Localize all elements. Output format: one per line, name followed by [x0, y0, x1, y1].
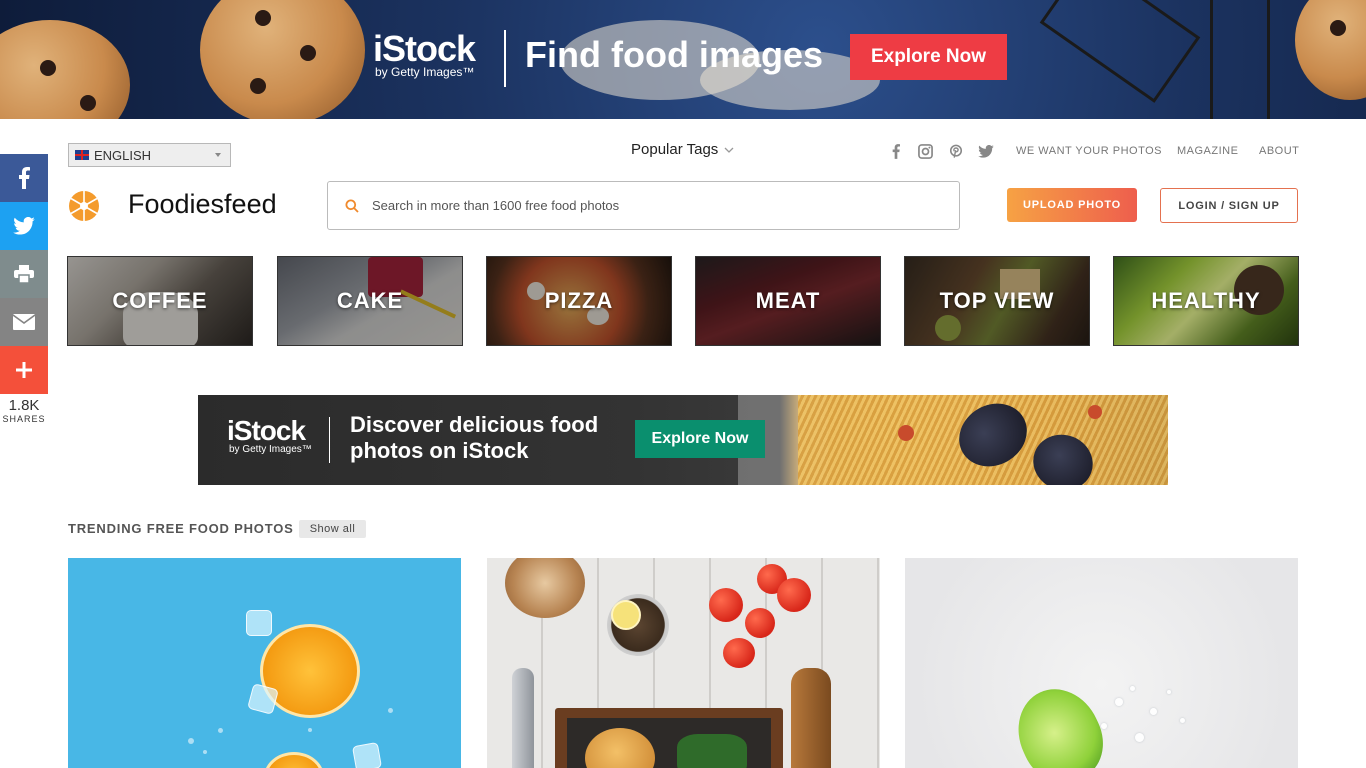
email-icon [13, 314, 35, 330]
share-print-button[interactable] [0, 250, 48, 298]
uk-flag-icon [75, 150, 89, 160]
category-pizza[interactable]: PIZZA [486, 256, 672, 346]
istock-brand: iStock [373, 28, 476, 69]
share-more-button[interactable] [0, 346, 48, 394]
istock-logo: iStock by Getty Images™ [227, 417, 312, 455]
share-count-number: 1.8K [8, 397, 40, 414]
share-sidebar: 1.8K SHARES [0, 154, 48, 424]
mid-ad-headline: Discover delicious food photos on iStock [350, 412, 599, 463]
we-want-your-photos-link[interactable]: WE WANT YOUR PHOTOS [1016, 145, 1162, 157]
orange-slice-image [264, 752, 324, 768]
trending-photo-lime[interactable] [905, 558, 1298, 768]
trending-title: TRENDING FREE FOOD PHOTOS [68, 521, 294, 536]
about-link[interactable]: ABOUT [1259, 145, 1299, 157]
pepper-grinder-image [791, 668, 831, 768]
garlic-bowl-image [505, 558, 585, 618]
lime-image [1003, 675, 1117, 768]
share-email-button[interactable] [0, 298, 48, 346]
twitter-icon [978, 144, 994, 158]
popular-tags-label: Popular Tags [631, 141, 719, 158]
istock-logo: iStock by Getty Images™ [373, 28, 476, 79]
category-label: PIZZA [544, 288, 614, 313]
istock-brand-sub: by Getty Images™ [375, 65, 475, 79]
mid-ad-banner[interactable]: iStock by Getty Images™ Discover delicio… [198, 395, 1168, 485]
share-facebook-button[interactable] [0, 154, 48, 202]
share-count-label: SHARES [2, 414, 46, 424]
instagram-icon [917, 143, 933, 159]
mid-ad-explore-button[interactable]: Explore Now [635, 420, 765, 458]
trending-photo-burger[interactable] [487, 558, 880, 768]
category-label: MEAT [755, 288, 821, 313]
category-healthy[interactable]: HEALTHY [1113, 256, 1299, 346]
social-twitter-link[interactable] [976, 142, 996, 160]
language-label: ENGLISH [94, 147, 152, 163]
category-coffee[interactable]: COFFEE [67, 256, 253, 346]
cookie-image [1295, 0, 1366, 100]
ad-divider [504, 30, 506, 87]
share-count: 1.8K SHARES [0, 397, 48, 425]
share-twitter-button[interactable] [0, 202, 48, 250]
facebook-icon [892, 143, 900, 159]
social-facebook-link[interactable] [886, 142, 906, 160]
category-label: HEALTHY [1151, 288, 1261, 313]
login-signup-button[interactable]: LOGIN / SIGN UP [1160, 188, 1298, 223]
pinterest-icon [949, 144, 963, 158]
category-meat[interactable]: MEAT [695, 256, 881, 346]
social-instagram-link[interactable] [915, 142, 935, 160]
site-name[interactable]: Foodiesfeed [128, 189, 277, 220]
magazine-link[interactable]: MAGAZINE [1177, 145, 1238, 157]
foodiesfeed-logo-icon[interactable] [68, 190, 100, 222]
trending-photo-orange[interactable] [68, 558, 461, 768]
social-pinterest-link[interactable] [946, 142, 966, 160]
search-input[interactable] [372, 198, 932, 213]
category-label: TOP VIEW [939, 288, 1055, 313]
category-label: CAKE [336, 288, 404, 313]
ad-headline: Find food images [525, 34, 824, 75]
print-icon [14, 265, 34, 283]
search-bar[interactable] [327, 181, 960, 230]
istock-brand-sub: by Getty Images™ [229, 444, 312, 455]
category-top-view[interactable]: TOP VIEW [904, 256, 1090, 346]
knife-image [512, 668, 534, 768]
top-ad-banner[interactable]: iStock by Getty Images™ Find food images… [0, 0, 1366, 119]
cookie-image [200, 0, 365, 119]
category-cake[interactable]: CAKE [277, 256, 463, 346]
popular-tags-dropdown[interactable]: Popular Tags [631, 141, 734, 158]
cookie-image [0, 20, 130, 119]
search-icon [344, 198, 360, 214]
facebook-icon [19, 167, 30, 189]
chevron-down-icon [724, 147, 734, 153]
ad-divider [329, 417, 330, 463]
language-select[interactable]: ENGLISH [68, 143, 231, 167]
show-all-button[interactable]: Show all [299, 520, 366, 538]
ad-explore-button[interactable]: Explore Now [850, 34, 1007, 80]
twitter-icon [13, 217, 35, 235]
category-label: COFFEE [112, 288, 208, 313]
upload-photo-button[interactable]: UPLOAD PHOTO [1007, 188, 1137, 222]
chevron-down-icon [215, 153, 221, 157]
plus-icon [16, 362, 32, 378]
istock-brand: iStock [227, 415, 306, 446]
